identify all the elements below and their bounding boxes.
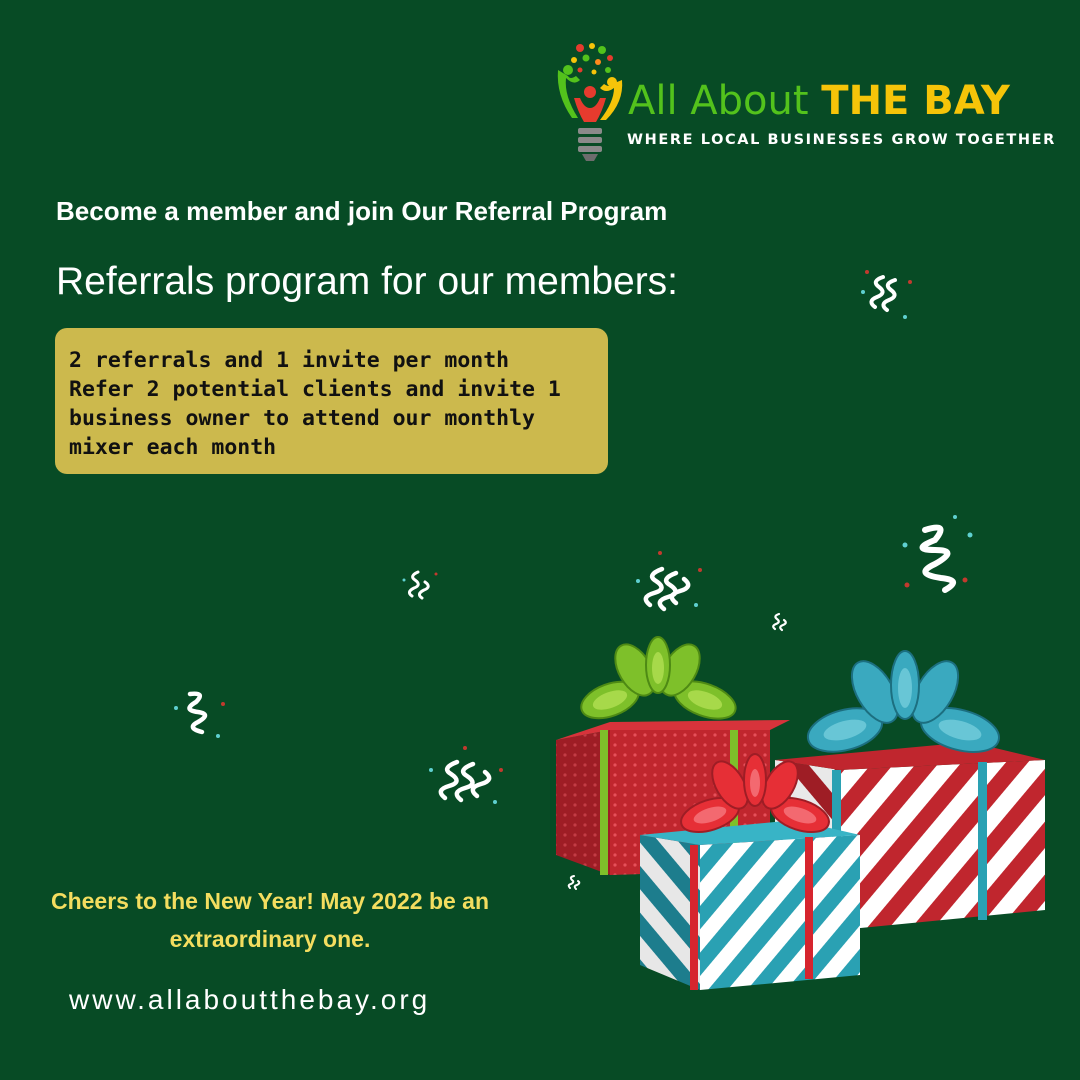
streamer-confetti-icon bbox=[902, 515, 973, 593]
streamer-confetti-icon bbox=[174, 691, 225, 738]
streamer-confetti-icon bbox=[429, 746, 503, 804]
program-line: business owner to attend our monthly bbox=[69, 406, 535, 431]
streamer-confetti-icon bbox=[861, 270, 912, 319]
brand-name: All About THE BAY bbox=[628, 78, 1010, 124]
logo: All About THE BAY WHERE LOCAL BUSINESSES… bbox=[550, 40, 1060, 170]
program-line: Refer 2 potential clients and invite 1 bbox=[69, 377, 561, 402]
brand-name-part2: THE BAY bbox=[821, 78, 1010, 124]
program-heading: Referrals program for our members: bbox=[56, 260, 679, 303]
program-line: mixer each month bbox=[69, 435, 277, 460]
program-line: 2 referrals and 1 invite per month bbox=[69, 348, 510, 373]
gift-boxes bbox=[556, 636, 1045, 990]
brand-name-part1: All About bbox=[628, 78, 822, 124]
streamer-confetti-icon bbox=[402, 570, 438, 600]
streamer-confetti-icon bbox=[636, 551, 702, 612]
new-year-message: Cheers to the New Year! May 2022 be an e… bbox=[50, 888, 490, 952]
website-url[interactable]: www.allaboutthebay.org bbox=[69, 984, 430, 1016]
brand-tagline: WHERE LOCAL BUSINESSES GROW TOGETHER bbox=[627, 132, 1056, 148]
intro-heading: Become a member and join Our Referral Pr… bbox=[56, 196, 668, 226]
program-details-box: 2 referrals and 1 invite per month Refer… bbox=[55, 328, 608, 474]
lightbulb-people-icon bbox=[557, 43, 623, 161]
